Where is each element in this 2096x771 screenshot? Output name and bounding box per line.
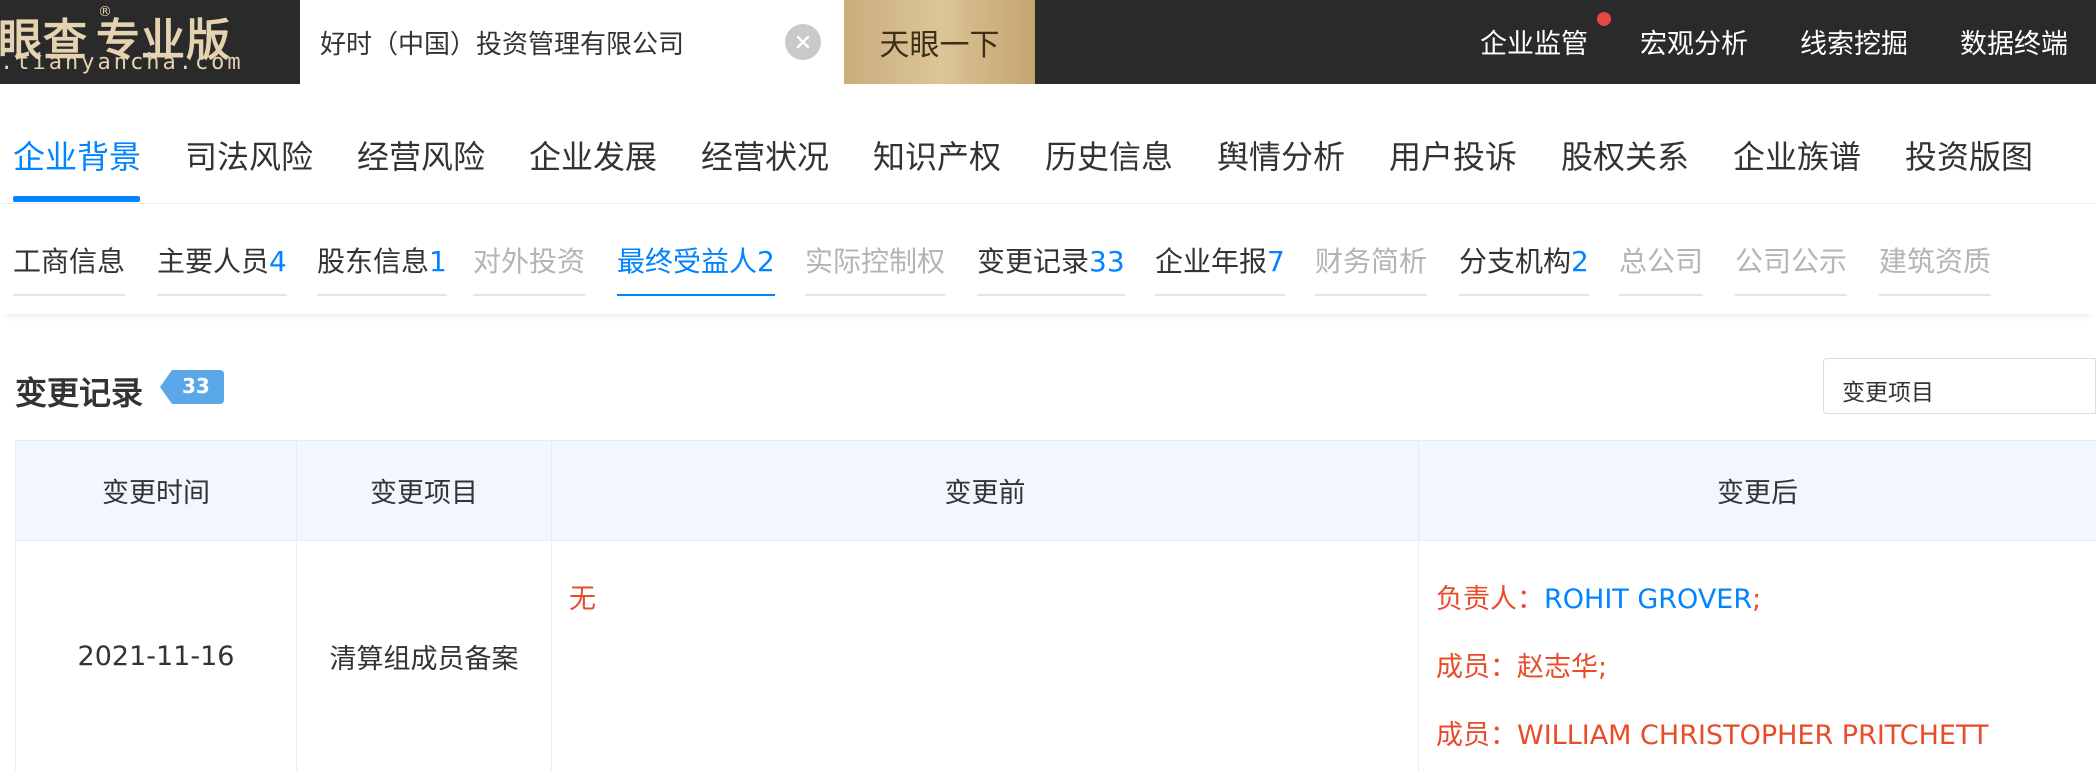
nav-data-terminal[interactable]: 数据终端 xyxy=(1960,22,2068,61)
subtab-public-notices: 公司公示 xyxy=(1735,240,1848,296)
tab-operating-risk[interactable]: 经营风险 xyxy=(357,132,485,178)
subtab-outbound-investment: 对外投资 xyxy=(473,240,586,296)
notification-dot xyxy=(1597,12,1611,26)
search-input[interactable] xyxy=(320,20,760,64)
subtab-shareholders[interactable]: 股东信息1 xyxy=(317,240,447,296)
change-records-table: 变更时间 变更项目 变更前 变更后 2021-11-16 清算组成员备案 无 负… xyxy=(15,440,2096,771)
clear-icon[interactable] xyxy=(785,24,821,60)
subtab-head-office: 总公司 xyxy=(1619,240,1704,296)
tab-history[interactable]: 历史信息 xyxy=(1045,132,1173,178)
filter-select-label: 变更项目 xyxy=(1842,380,1934,406)
before-value: 无 xyxy=(569,584,596,615)
count-badge: 33 xyxy=(160,370,224,404)
principal-link[interactable]: ROHIT GROVER xyxy=(1544,584,1752,615)
column-header-change-item: 变更项目 xyxy=(297,441,552,541)
after-line-member-1: 成员：赵志华; xyxy=(1436,652,1608,683)
section-title: 变更记录 xyxy=(15,374,144,412)
subtab-branches[interactable]: 分支机构2 xyxy=(1459,240,1589,296)
tab-public-opinion[interactable]: 舆情分析 xyxy=(1217,132,1345,178)
subtab-key-personnel[interactable]: 主要人员4 xyxy=(157,240,287,296)
column-header-change-time: 变更时间 xyxy=(16,441,297,541)
after-line-member-2: 成员：WILLIAM CHRISTOPHER PRITCHETT xyxy=(1436,720,1989,751)
count-badge-value: 33 xyxy=(182,374,210,398)
top-bar: 眼查专业版 ® .tianyancha.com 天眼一下 企业监管 宏观分析 线… xyxy=(0,0,2096,84)
cell-after: 负责人：ROHIT GROVER; 成员：赵志华; 成员：WILLIAM CHR… xyxy=(1419,541,2096,771)
column-header-after: 变更后 xyxy=(1419,441,2096,541)
cell-change-time: 2021-11-16 xyxy=(16,541,297,771)
logo-registered-mark: ® xyxy=(98,4,112,20)
nav-macro-analysis[interactable]: 宏观分析 xyxy=(1640,22,1748,61)
nav-lead-mining[interactable]: 线索挖掘 xyxy=(1800,22,1908,61)
subtab-change-records[interactable]: 变更记录33 xyxy=(977,240,1125,296)
search-button[interactable]: 天眼一下 xyxy=(844,0,1035,84)
subtab-business-info[interactable]: 工商信息 xyxy=(13,240,126,296)
change-item-filter[interactable]: 变更项目 xyxy=(1823,358,2096,414)
tab-operating-status[interactable]: 经营状况 xyxy=(701,132,829,178)
after-line-principal: 负责人：ROHIT GROVER; xyxy=(1436,584,1762,615)
tab-company-development[interactable]: 企业发展 xyxy=(529,132,657,178)
cell-change-item: 清算组成员备案 xyxy=(297,541,552,771)
column-header-before: 变更前 xyxy=(552,441,1419,541)
subtab-construction-qualification: 建筑资质 xyxy=(1879,240,1992,296)
logo-domain: .tianyancha.com xyxy=(0,50,244,75)
tab-investment-map[interactable]: 投资版图 xyxy=(1905,132,2033,178)
sub-tabs: 工商信息 主要人员4 股东信息1 对外投资 最终受益人2 实际控制权 变更记录3… xyxy=(0,204,2096,314)
tab-intellectual-property[interactable]: 知识产权 xyxy=(873,132,1001,178)
tab-equity-relations[interactable]: 股权关系 xyxy=(1561,132,1689,178)
subtab-actual-control: 实际控制权 xyxy=(805,240,946,296)
tab-judicial-risk[interactable]: 司法风险 xyxy=(185,132,313,178)
tab-user-complaints[interactable]: 用户投诉 xyxy=(1389,132,1517,178)
tab-company-genealogy[interactable]: 企业族谱 xyxy=(1733,132,1861,178)
cell-before: 无 xyxy=(552,541,1419,771)
search-box xyxy=(300,0,844,84)
tab-company-background[interactable]: 企业背景 xyxy=(13,132,141,178)
active-tab-indicator xyxy=(13,196,140,202)
subtab-ultimate-beneficiary[interactable]: 最终受益人2 xyxy=(617,240,775,296)
nav-enterprise-monitoring[interactable]: 企业监管 xyxy=(1480,22,1588,61)
subtab-annual-reports[interactable]: 企业年报7 xyxy=(1155,240,1285,296)
section-tabs: 企业背景 司法风险 经营风险 企业发展 经营状况 知识产权 历史信息 舆情分析 … xyxy=(0,104,2096,204)
subtab-financial-analysis: 财务简析 xyxy=(1315,240,1428,296)
logo[interactable]: 眼查 专业版 ® .tianyancha.com xyxy=(0,0,290,84)
